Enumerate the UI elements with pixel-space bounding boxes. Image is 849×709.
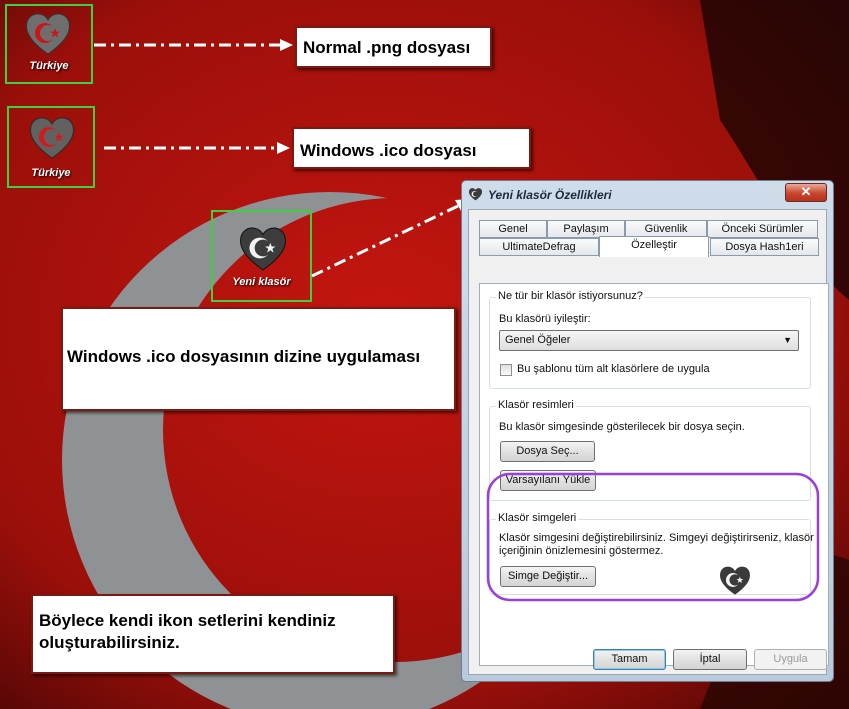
apply-button[interactable]: Uygula	[754, 649, 827, 670]
callout-summary: Böylece kendi ikon setlerini kendiniz ol…	[31, 594, 395, 674]
folder-pictures-title: Klasör resimleri	[496, 399, 576, 411]
folder-icons-description-2: içeriğinin önizlemesini göstermez.	[499, 545, 664, 557]
tab-ultimatedefrag[interactable]: UltimateDefrag	[479, 238, 599, 256]
folder-pictures-group: Klasör resimleri Bu klasör simgesinde gö…	[489, 399, 811, 501]
heart-crescent-icon	[26, 13, 70, 55]
chevron-down-icon: ▼	[783, 335, 792, 345]
properties-dialog: Yeni klasör Özellikleri ✕ Genel Paylaşım…	[461, 180, 834, 682]
desktop-icon-label: Yeni klasör	[232, 276, 291, 288]
desktop-icon-label: Türkiye	[29, 60, 69, 72]
folder-pictures-description: Bu klasör simgesinde gösterilecek bir do…	[499, 421, 745, 433]
folder-type-group: Ne tür bir klasör istiyorsunuz? Bu klasö…	[489, 290, 811, 389]
folder-type-title: Ne tür bir klasör istiyorsunuz?	[496, 290, 645, 302]
folder-icons-description-1: Klasör simgesini değiştirebilirsiniz. Si…	[499, 532, 814, 544]
cancel-button[interactable]: İptal	[673, 649, 747, 670]
tab-dosya-hashleri[interactable]: Dosya Hash1eri	[710, 238, 819, 256]
apply-subfolders-checkbox[interactable]	[500, 364, 512, 376]
optimize-label: Bu klasörü iyileştir:	[499, 313, 591, 325]
apply-subfolders-label: Bu şablonu tüm alt klasörlere de uygula	[517, 363, 710, 375]
dialog-title: Yeni klasör Özellikleri	[488, 188, 612, 202]
tab-genel[interactable]: Genel	[479, 220, 547, 238]
desktop-icon-label: Türkiye	[31, 167, 71, 179]
heart-crescent-icon	[240, 227, 286, 271]
heart-crescent-icon	[30, 117, 74, 159]
dialog-client: Genel Paylaşım Güvenlik Önceki Sürümler …	[468, 209, 829, 675]
ok-button[interactable]: Tamam	[593, 649, 666, 670]
tab-onceki-surumler[interactable]: Önceki Sürümler	[707, 220, 818, 238]
callout-apply: Windows .ico dosyasının dizine uygulamas…	[61, 307, 456, 411]
folder-preview-heart-icon	[720, 566, 750, 595]
callout-png: Normal .png dosyası	[295, 26, 492, 68]
folder-icons-title: Klasör simgeleri	[496, 512, 579, 524]
tab-ozellestir[interactable]: Özelleştir	[599, 236, 709, 257]
desktop-icon-turkiye-png[interactable]: Türkiye	[5, 4, 93, 84]
restore-default-button[interactable]: Varsayılanı Yükle	[500, 470, 596, 491]
desktop-icon-yeni-klasor[interactable]: Yeni klasör	[211, 210, 312, 302]
callout-ico: Windows .ico dosyası	[292, 127, 531, 169]
change-icon-button[interactable]: Simge Değiştir...	[500, 566, 596, 587]
dialog-heart-icon	[468, 188, 483, 201]
choose-file-button[interactable]: Dosya Seç...	[500, 441, 595, 462]
folder-icons-group: Klasör simgeleri Klasör simgesini değişt…	[489, 512, 814, 595]
optimize-select-value: Genel Öğeler	[505, 334, 571, 346]
desktop-icon-turkiye-ico[interactable]: Türkiye	[7, 106, 95, 188]
optimize-select[interactable]: Genel Öğeler ▼	[499, 330, 799, 351]
close-button[interactable]: ✕	[785, 183, 827, 202]
